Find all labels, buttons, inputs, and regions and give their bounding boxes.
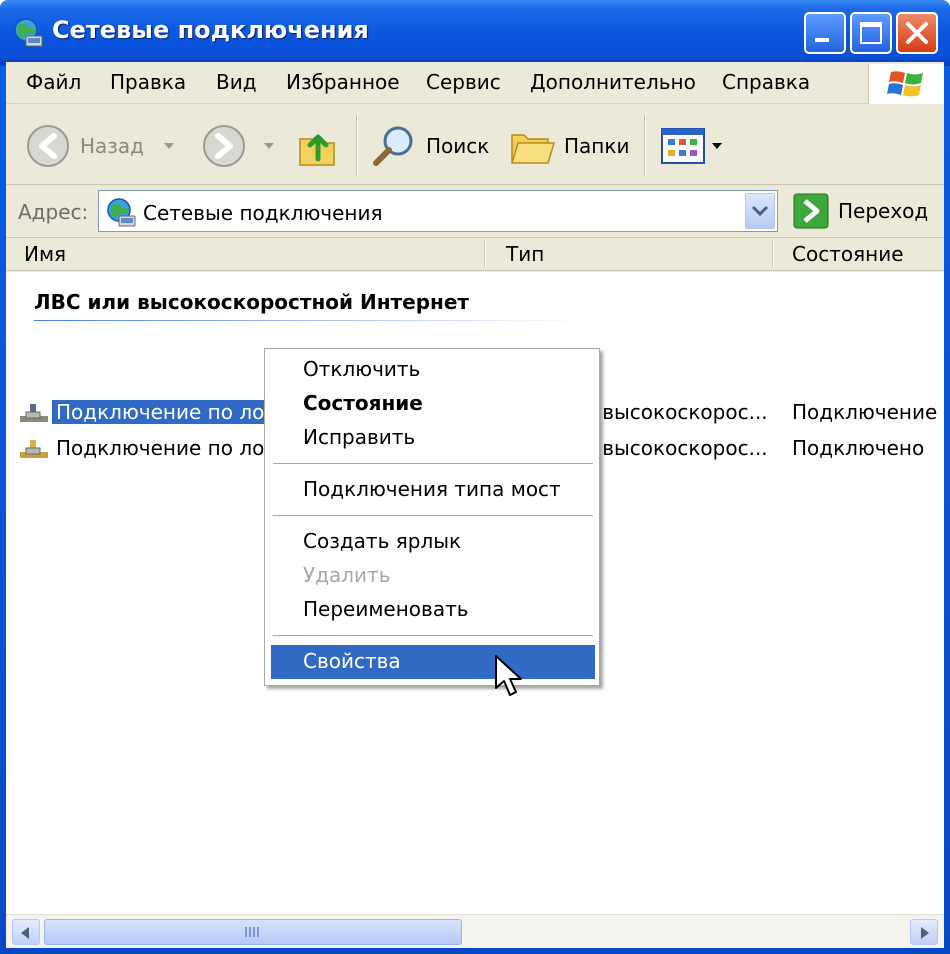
scrollbar-thumb[interactable] <box>44 919 462 945</box>
arrow-right-icon <box>921 927 929 939</box>
group-header: ЛВС или высокоскоростной Интернет <box>34 290 469 314</box>
menu-item-label: Удалить <box>303 563 391 587</box>
menu-help[interactable]: Справка <box>722 70 810 94</box>
menu-item-create-shortcut[interactable]: Создать ярлык <box>271 525 595 559</box>
menu-item-properties[interactable]: Свойства <box>271 645 595 679</box>
menu-bar: Файл Правка Вид Избранное Сервис Дополни… <box>6 62 944 104</box>
menu-item-delete: Удалить <box>271 559 595 593</box>
go-button[interactable]: Переход <box>792 192 928 230</box>
folders-label: Папки <box>564 134 630 158</box>
menu-tools[interactable]: Сервис <box>426 70 501 94</box>
menu-item-label: Создать ярлык <box>303 529 462 553</box>
network-globe-icon <box>14 18 43 47</box>
search-button[interactable]: Поиск <box>370 123 489 169</box>
chevron-down-icon <box>751 205 769 217</box>
menu-separator <box>273 515 593 516</box>
forward-dropdown-arrow[interactable] <box>264 143 274 149</box>
column-divider[interactable] <box>772 241 774 267</box>
address-value: Сетевые подключения <box>143 201 383 225</box>
menu-favorites[interactable]: Избранное <box>286 70 400 94</box>
toolbar-separator <box>356 115 358 177</box>
maximize-icon <box>860 22 882 44</box>
forward-arrow-icon <box>203 125 245 167</box>
menu-item-status[interactable]: Состояние <box>271 387 595 421</box>
windows-flag-icon <box>887 71 923 97</box>
menu-item-disconnect[interactable]: Отключить <box>271 353 595 387</box>
close-button[interactable] <box>896 12 938 54</box>
menu-item-label: Исправить <box>303 425 416 449</box>
menu-file[interactable]: Файл <box>26 70 81 94</box>
menu-item-rename[interactable]: Переименовать <box>271 593 595 627</box>
grip-icon <box>245 927 261 937</box>
address-input[interactable]: Сетевые подключения <box>98 190 778 232</box>
menu-item-bridge-connections[interactable]: Подключения типа мост <box>271 473 595 507</box>
window-title: Сетевые подключения <box>52 16 369 44</box>
menu-edit[interactable]: Правка <box>110 70 186 94</box>
group-divider <box>34 320 584 321</box>
menu-separator <box>273 463 593 464</box>
views-button[interactable] <box>658 123 728 169</box>
arrow-left-icon <box>21 927 29 939</box>
up-folder-button[interactable] <box>296 123 340 169</box>
forward-button[interactable] <box>200 123 250 169</box>
address-bar: Адрес: Сетевые подключения Переход <box>6 186 944 238</box>
column-status[interactable]: Состояние <box>792 242 904 266</box>
menu-item-label: Подключения типа мост <box>303 477 561 501</box>
folders-icon <box>510 134 556 164</box>
menu-item-label: Состояние <box>303 391 423 415</box>
column-headers: Имя Тип Состояние <box>6 239 944 271</box>
go-label: Переход <box>838 199 929 223</box>
menu-item-label: Переименовать <box>303 597 469 621</box>
minimize-icon <box>815 38 829 42</box>
views-grid-icon <box>661 128 722 164</box>
windows-logo <box>868 64 944 104</box>
address-label: Адрес: <box>18 200 89 224</box>
address-dropdown-button[interactable] <box>745 193 775 229</box>
back-label: Назад <box>80 134 145 158</box>
horizontal-scrollbar[interactable] <box>6 914 944 948</box>
toolbar-separator <box>644 115 646 177</box>
connection-status: Подключено <box>792 436 925 460</box>
column-type[interactable]: Тип <box>506 242 544 266</box>
menu-separator <box>273 635 593 636</box>
minimize-button[interactable] <box>804 12 846 54</box>
folders-button[interactable]: Папки <box>508 123 629 169</box>
menu-item-label: Свойства <box>303 649 401 673</box>
network-globe-icon <box>107 198 136 227</box>
back-button[interactable]: Назад <box>24 123 144 169</box>
menu-advanced[interactable]: Дополнительно <box>530 70 696 94</box>
scroll-left-button[interactable] <box>12 919 40 945</box>
menu-view[interactable]: Вид <box>216 70 257 94</box>
search-icon <box>373 126 413 166</box>
context-menu: Отключить Состояние Исправить Подключени… <box>264 348 600 686</box>
network-cable-icon <box>20 440 48 458</box>
go-arrow-icon <box>793 193 829 229</box>
menu-item-repair[interactable]: Исправить <box>271 421 595 455</box>
menu-item-label: Отключить <box>303 357 421 381</box>
search-label: Поиск <box>426 134 490 158</box>
column-name[interactable]: Имя <box>24 242 66 266</box>
mouse-cursor-icon <box>495 655 522 696</box>
scroll-right-button[interactable] <box>910 919 938 945</box>
standard-toolbar: Назад Поиск Папки <box>6 105 944 185</box>
column-divider[interactable] <box>484 241 486 267</box>
maximize-button[interactable] <box>850 12 892 54</box>
close-icon <box>906 22 928 44</box>
network-cable-icon <box>20 404 48 422</box>
up-folder-icon <box>299 134 335 166</box>
back-arrow-icon <box>27 125 69 167</box>
title-bar[interactable]: Сетевые подключения <box>0 0 950 66</box>
connection-status: Подключение о <box>792 400 944 424</box>
back-dropdown-arrow[interactable] <box>164 143 174 149</box>
